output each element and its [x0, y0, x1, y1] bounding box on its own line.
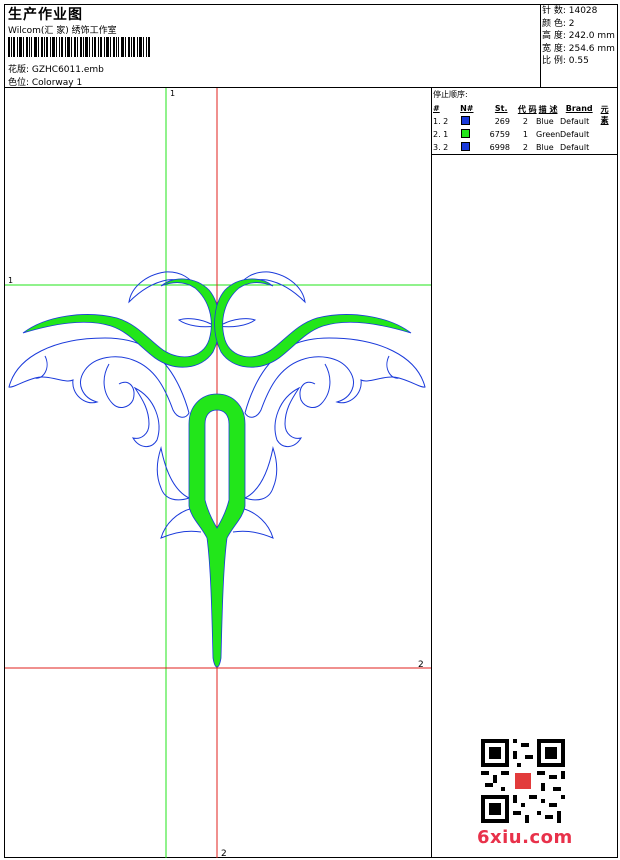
col-brand: Brand [565, 104, 593, 113]
qr-code [481, 739, 565, 823]
row-stitches: 269 [494, 117, 510, 126]
col-stitches: St. [494, 104, 508, 113]
guide-label-green-top: 1 [170, 89, 175, 98]
row-desc: Green [536, 130, 561, 139]
guide-label-red-right: 2 [418, 660, 424, 670]
col-desc: 描 述 [538, 105, 558, 114]
row-desc: Blue [536, 117, 554, 126]
design-scale: 比 例: 0.55 [542, 56, 589, 66]
stop-sequence-panel: 停止顺序: # N# St. 代 码 描 述 Brand 元 素 1. 2 26… [433, 89, 618, 154]
row-stitches: 6998 [489, 143, 510, 152]
design-width: 宽 度: 254.6 mm [542, 43, 615, 54]
barcode [8, 37, 150, 57]
color-count: 颜 色: 2 [542, 18, 575, 29]
row-num: 2. 1 [433, 130, 449, 139]
color-swatch [461, 142, 470, 151]
color-swatch [461, 116, 470, 125]
panel-divider [431, 87, 432, 858]
row-desc: Blue [536, 143, 554, 152]
design-height: 高 度: 242.0 mm [542, 31, 615, 41]
stop-sequence-header: # N# St. 代 码 描 述 Brand 元 素 [433, 104, 618, 125]
stitch-count: 针 数: 14028 [542, 6, 598, 16]
stats-panel: 针 数: 14028 颜 色: 2 高 度: 242.0 mm 宽 度: 254… [542, 5, 615, 68]
stats-divider [540, 4, 541, 87]
col-needle: N# [460, 104, 474, 113]
table-row: 3. 2 6998 2 Blue Default [433, 141, 618, 154]
col-index: # [433, 104, 440, 113]
studio-name: Wilcom(汇 家) 绣饰工作室 [8, 26, 117, 36]
watermark-logo: 6xiu.com [477, 827, 573, 848]
color-swatch [461, 129, 470, 138]
row-brand: Default [560, 130, 590, 139]
row-code: 2 [522, 143, 528, 152]
row-brand: Default [560, 143, 590, 152]
guide-label-green-left: 1 [8, 276, 13, 285]
stop-divider [431, 154, 618, 155]
row-code: 2 [522, 117, 528, 126]
embroidery-design-canvas: 1 1 2 2 [5, 88, 431, 858]
colorway-label: 色位: Colorway 1 [8, 78, 83, 88]
table-row: 2. 1 6759 1 Green Default [433, 128, 618, 141]
guide-label-red-bottom: 2 [221, 849, 227, 858]
row-num: 3. 2 [433, 143, 449, 152]
row-code: 1 [522, 130, 528, 139]
table-row: 1. 2 269 2 Blue Default [433, 115, 618, 128]
col-code: 代 码 [517, 105, 537, 114]
row-brand: Default [560, 117, 590, 126]
design-file-label: 花版: GZHC6011.emb [8, 65, 104, 75]
row-num: 1. 2 [433, 117, 449, 126]
col-element: 元 素 [600, 105, 609, 125]
row-stitches: 6759 [489, 130, 510, 139]
page-title: 生产作业图 [8, 7, 83, 23]
stop-sequence-title: 停止顺序: [433, 90, 468, 99]
